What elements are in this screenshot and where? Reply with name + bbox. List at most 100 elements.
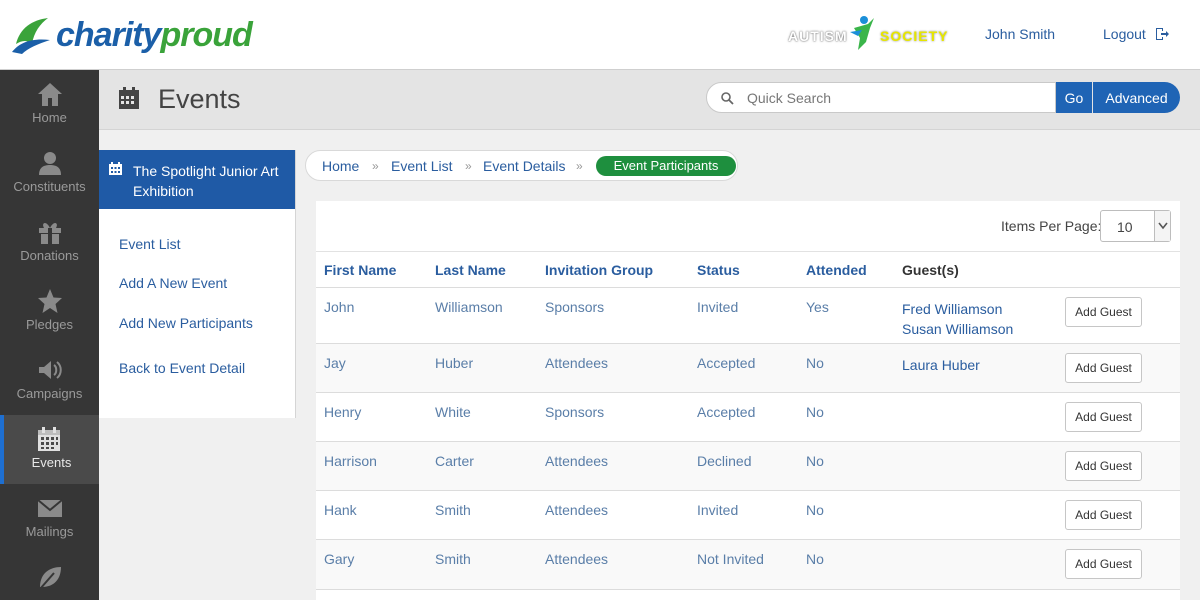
status-cell: Accepted bbox=[697, 404, 756, 420]
table-row: Hank Smith Attendees Invited No Add Gues… bbox=[316, 491, 1180, 540]
top-header: charityproud AUTISM SOCIETY John Smith L… bbox=[0, 0, 1200, 70]
logout-icon bbox=[1155, 28, 1169, 40]
table-row: Jay Huber Attendees Accepted No Laura Hu… bbox=[316, 344, 1180, 393]
nav-item-mailings[interactable]: Mailings bbox=[0, 484, 99, 553]
event-title-block: The Spotlight Junior Art Exhibition bbox=[99, 150, 295, 209]
breadcrumb-event-list[interactable]: Event List bbox=[391, 158, 452, 174]
invitation-group-cell: Sponsors bbox=[545, 299, 605, 315]
invitation-group-cell: Attendees bbox=[545, 551, 609, 567]
event-title: The Spotlight Junior Art Exhibition bbox=[133, 163, 279, 199]
status-cell: Declined bbox=[697, 453, 752, 469]
nav-item-campaigns[interactable]: Campaigns bbox=[0, 346, 99, 415]
calendar-small-icon bbox=[109, 162, 122, 175]
subnav-link-add-participants[interactable]: Add New Participants bbox=[119, 315, 253, 331]
column-header-attended[interactable]: Attended bbox=[806, 262, 867, 278]
add-guest-button[interactable]: Add Guest bbox=[1065, 402, 1142, 432]
nav-item-constituents[interactable]: Constituents bbox=[0, 139, 99, 208]
org-figure-icon bbox=[850, 16, 874, 50]
subnav-link-event-list[interactable]: Event List bbox=[119, 236, 180, 252]
column-header-first-name[interactable]: First Name bbox=[324, 262, 396, 278]
first-name-cell: John bbox=[324, 299, 355, 315]
logout-label: Logout bbox=[1103, 26, 1146, 42]
last-name-cell: White bbox=[435, 404, 471, 420]
status-cell: Invited bbox=[697, 299, 739, 315]
nav-item-donations[interactable]: Donations bbox=[0, 208, 99, 277]
user-name-link[interactable]: John Smith bbox=[985, 26, 1055, 42]
org-logo-text-autism: AUTISM bbox=[788, 28, 848, 44]
nav-item-home[interactable]: Home bbox=[0, 70, 99, 139]
invitation-group-cell: Attendees bbox=[545, 502, 609, 518]
home-icon bbox=[37, 83, 62, 106]
leaf-logo-icon bbox=[12, 18, 50, 54]
add-guest-button[interactable]: Add Guest bbox=[1065, 451, 1142, 481]
table-row: Harrison Carter Attendees Declined No Ad… bbox=[316, 442, 1180, 491]
nav-label: Constituents bbox=[13, 179, 86, 194]
guest-link[interactable]: Laura Huber bbox=[902, 357, 980, 373]
column-header-invitation-group[interactable]: Invitation Group bbox=[545, 262, 653, 278]
page-header: Events Go Advanced bbox=[99, 70, 1200, 130]
table-row: Gary Smith Attendees Not Invited No Add … bbox=[316, 540, 1180, 590]
first-name-cell: Jay bbox=[324, 355, 346, 371]
quick-search: Go Advanced bbox=[706, 82, 1180, 113]
items-per-page-select[interactable]: 10 bbox=[1100, 210, 1171, 242]
guest-link[interactable]: Susan Williamson bbox=[902, 321, 1013, 337]
add-guest-button[interactable]: Add Guest bbox=[1065, 353, 1142, 383]
breadcrumb-separator: » bbox=[465, 159, 472, 173]
nav-item-leaf[interactable] bbox=[0, 553, 99, 600]
advanced-search-button[interactable]: Advanced bbox=[1093, 82, 1180, 113]
person-icon bbox=[38, 152, 61, 175]
breadcrumb-home[interactable]: Home bbox=[322, 158, 359, 174]
last-name-cell: Smith bbox=[435, 551, 471, 567]
attended-cell: No bbox=[806, 453, 824, 469]
go-button[interactable]: Go bbox=[1056, 82, 1092, 113]
divider bbox=[316, 251, 1180, 252]
nav-label: Events bbox=[31, 455, 72, 470]
search-input[interactable] bbox=[747, 86, 1047, 110]
main-sidebar: Home Constituents Donations Pledges Camp… bbox=[0, 70, 99, 600]
attended-cell: No bbox=[806, 502, 824, 518]
add-guest-button[interactable]: Add Guest bbox=[1065, 549, 1142, 579]
status-cell: Invited bbox=[697, 502, 739, 518]
breadcrumb: Home » Event List » Event Details » Even… bbox=[305, 150, 738, 181]
nav-item-pledges[interactable]: Pledges bbox=[0, 277, 99, 346]
nav-label: Campaigns bbox=[16, 386, 83, 401]
gift-icon bbox=[38, 223, 61, 244]
attended-cell: No bbox=[806, 404, 824, 420]
first-name-cell: Harrison bbox=[324, 453, 377, 469]
subnav-links-area: Event List Add A New Event Add New Parti… bbox=[99, 209, 295, 418]
guest-link[interactable]: Fred Williamson bbox=[902, 301, 1002, 317]
search-icon bbox=[721, 92, 734, 105]
guests-cell: Laura Huber bbox=[902, 355, 980, 375]
calendar-icon bbox=[38, 427, 60, 451]
event-subnav: The Spotlight Junior Art Exhibition Even… bbox=[99, 150, 296, 418]
table-row: Henry White Sponsors Accepted No Add Gue… bbox=[316, 393, 1180, 442]
subnav-link-back-to-detail[interactable]: Back to Event Detail bbox=[119, 360, 245, 376]
subnav-link-add-new-event[interactable]: Add A New Event bbox=[119, 275, 227, 291]
first-name-cell: Gary bbox=[324, 551, 355, 567]
add-guest-button[interactable]: Add Guest bbox=[1065, 500, 1142, 530]
breadcrumb-event-details[interactable]: Event Details bbox=[483, 158, 565, 174]
add-guest-button[interactable]: Add Guest bbox=[1065, 297, 1142, 327]
column-header-last-name[interactable]: Last Name bbox=[435, 262, 506, 278]
page-title: Events bbox=[158, 84, 241, 114]
nav-label: Pledges bbox=[26, 317, 73, 332]
charityproud-logo[interactable]: charityproud bbox=[10, 12, 253, 58]
first-name-cell: Hank bbox=[324, 502, 357, 518]
status-cell: Accepted bbox=[697, 355, 756, 371]
breadcrumb-separator: » bbox=[576, 159, 583, 173]
first-name-cell: Henry bbox=[324, 404, 362, 420]
guests-cell: Fred Williamson Susan Williamson bbox=[902, 299, 1013, 339]
nav-label: Donations bbox=[20, 248, 79, 263]
nav-item-events[interactable]: Events bbox=[0, 415, 99, 484]
invitation-group-cell: Sponsors bbox=[545, 404, 605, 420]
attended-cell: No bbox=[806, 355, 824, 371]
column-header-status[interactable]: Status bbox=[697, 262, 740, 278]
items-per-page-value: 10 bbox=[1117, 219, 1133, 235]
attended-cell: No bbox=[806, 551, 824, 567]
logout-link[interactable]: Logout bbox=[1103, 26, 1170, 42]
last-name-cell: Williamson bbox=[435, 299, 503, 315]
org-logo-text-society: SOCIETY bbox=[880, 28, 949, 44]
autism-society-logo: AUTISM SOCIETY bbox=[788, 14, 947, 54]
table-row: John Williamson Sponsors Invited Yes Fre… bbox=[316, 288, 1180, 344]
last-name-cell: Smith bbox=[435, 502, 471, 518]
